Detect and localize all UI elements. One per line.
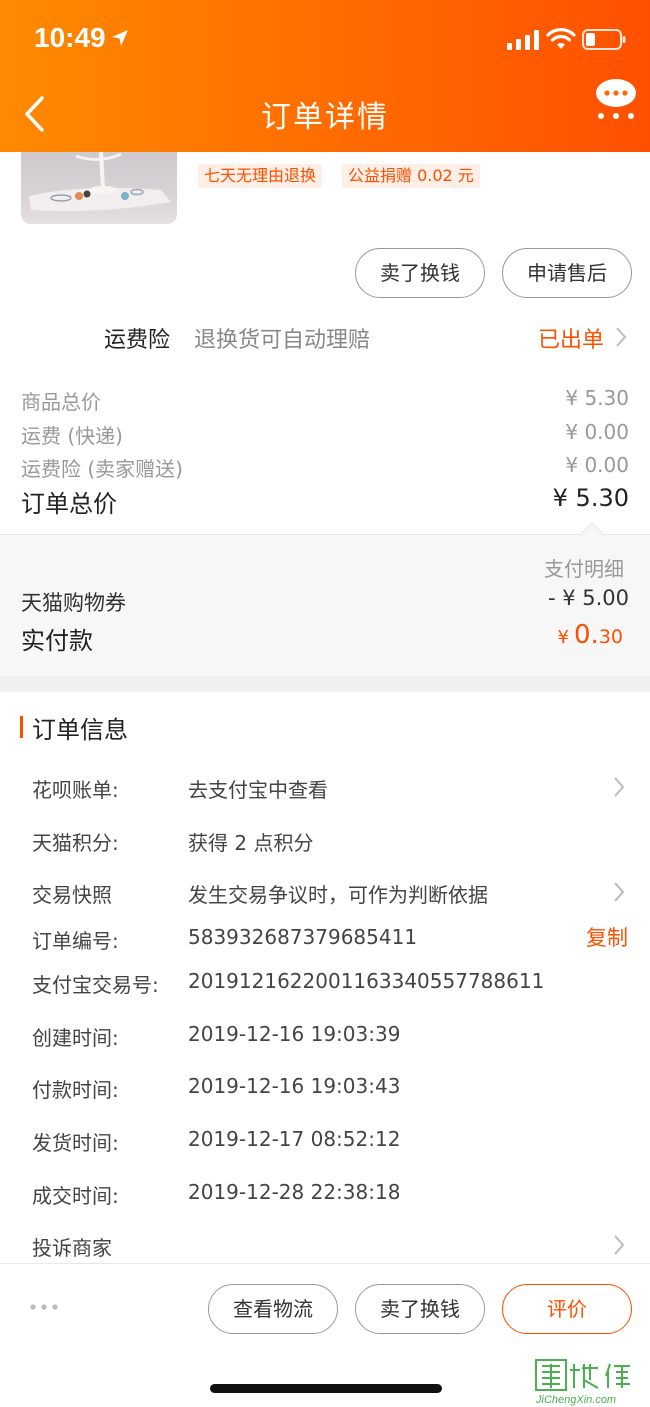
info-value: 发生交易争议时，可作为判断依据 — [188, 883, 488, 907]
tag-charity-donation: 公益捐赠 0.02 元 — [342, 164, 480, 188]
watermark-text: JiChengXin.com — [536, 1394, 617, 1406]
info-label: 付款时间: — [32, 1078, 119, 1102]
price-row-insurance: 运费险 (卖家赠送) ¥ 0.00 — [21, 453, 629, 482]
order-total-value: ¥ 5.30 — [552, 484, 629, 512]
message-more-icon[interactable] — [594, 78, 638, 122]
price-label: 运费 (快递) — [21, 424, 123, 448]
price-label: 运费险 (卖家赠送) — [21, 457, 183, 481]
price-value: ¥ 5.30 — [565, 386, 629, 410]
paid-decimal: 30 — [598, 626, 623, 648]
chevron-right-icon — [614, 777, 625, 797]
coupon-value: - ¥ 5.00 — [547, 586, 629, 610]
caret-up-icon — [580, 522, 604, 536]
info-label: 发货时间: — [32, 1131, 119, 1155]
status-time: 10:49 — [34, 22, 106, 53]
sell-for-cash-button[interactable]: 卖了换钱 — [355, 248, 485, 298]
product-thumbnail[interactable] — [21, 152, 177, 224]
cellular-signal-icon — [507, 30, 539, 50]
paid-currency: ¥ — [557, 627, 569, 648]
chevron-right-icon — [616, 327, 627, 347]
chevron-right-icon — [614, 1235, 625, 1255]
location-arrow-icon — [112, 30, 128, 46]
sell-for-cash-button-bottom[interactable]: 卖了换钱 — [355, 1284, 485, 1334]
payment-detail-label[interactable]: 支付明细 — [544, 553, 624, 582]
more-dots-icon[interactable] — [30, 1300, 60, 1314]
insurance-status[interactable]: 已出单 — [538, 322, 604, 354]
info-label: 订单编号: — [32, 929, 119, 953]
chevron-right-icon — [614, 882, 625, 902]
info-value: 2019-12-28 22:38:18 — [188, 1180, 401, 1204]
info-label: 交易快照 — [32, 883, 112, 907]
info-value: 2019121622001163340557788611 — [188, 969, 545, 993]
order-total-label: 订单总价 — [21, 490, 117, 518]
info-label: 天猫积分: — [32, 831, 119, 855]
paid-integer: 0. — [574, 620, 599, 650]
order-total-row: 订单总价 ¥ 5.30 — [21, 484, 629, 519]
price-value: ¥ 0.00 — [565, 453, 629, 477]
copy-order-number-button[interactable]: 复制 — [586, 922, 628, 952]
battery-icon — [582, 29, 626, 50]
order-info-title: 订单信息 — [32, 716, 128, 744]
tag-seven-day-return: 七天无理由退换 — [198, 164, 323, 188]
info-value: 去支付宝中查看 — [188, 778, 328, 802]
home-indicator[interactable] — [210, 1384, 442, 1393]
view-logistics-button[interactable]: 查看物流 — [208, 1284, 338, 1334]
info-label: 成交时间: — [32, 1184, 119, 1208]
info-label: 创建时间: — [32, 1026, 119, 1050]
info-label: 支付宝交易号: — [32, 973, 159, 997]
coupon-label: 天猫购物券 — [21, 591, 126, 615]
info-value: 2019-12-16 19:03:39 — [188, 1022, 401, 1046]
section-divider — [0, 676, 650, 692]
price-label: 商品总价 — [21, 390, 101, 414]
info-label: 投诉商家 — [32, 1236, 112, 1260]
page-title: 订单详情 — [261, 100, 389, 135]
info-value: 2019-12-16 19:03:43 — [188, 1074, 401, 1098]
paid-amount: ¥ 0.30 — [557, 620, 623, 650]
price-value: ¥ 0.00 — [565, 420, 629, 444]
info-value: 获得 2 点积分 — [188, 831, 314, 855]
price-row-shipping: 运费 (快递) ¥ 0.00 — [21, 420, 629, 449]
jewelry-tray-image — [29, 152, 171, 211]
section-accent-bar — [20, 716, 23, 738]
paid-label: 实付款 — [21, 627, 93, 655]
info-label: 花呗账单: — [32, 778, 119, 802]
review-button[interactable]: 评价 — [502, 1284, 632, 1334]
info-value: 583932687379685411 — [188, 925, 418, 949]
insurance-desc: 退换货可自动理赔 — [194, 328, 371, 353]
price-row-goods: 商品总价 ¥ 5.30 — [21, 386, 629, 415]
info-value: 2019-12-17 08:52:12 — [188, 1127, 401, 1151]
wifi-icon — [546, 28, 576, 49]
app-header: 10:49 订单详情 — [0, 0, 650, 152]
insurance-label: 运费险 — [104, 328, 171, 353]
after-sale-button[interactable]: 申请售后 — [502, 248, 632, 298]
